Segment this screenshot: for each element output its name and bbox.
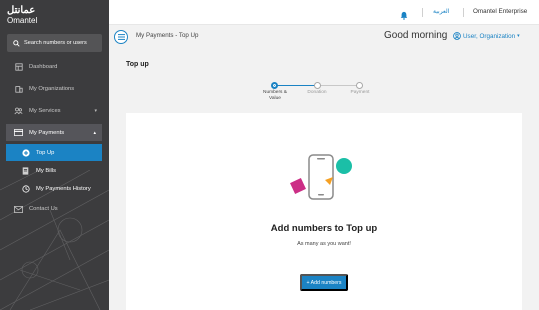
bill-icon (20, 166, 31, 175)
menu-toggle-button[interactable] (114, 30, 128, 44)
chevron-down-icon: ▾ (517, 33, 520, 39)
sidebar-item-organizations[interactable]: My Organizations (0, 81, 109, 97)
sidebar-item-label: My Services (29, 108, 61, 114)
sidebar-item-dashboard[interactable]: Dashboard (0, 59, 109, 75)
user-name: User, Organization (463, 32, 516, 40)
step-connector (274, 85, 317, 86)
step-label: Payment (350, 90, 370, 95)
hamburger-icon (117, 34, 125, 40)
step-indicator-donation[interactable] (314, 82, 321, 89)
user-menu[interactable]: User, Organization ▾ (453, 32, 520, 40)
sidebar-item-label: My Organizations (29, 86, 75, 92)
sidebar-item-label: Contact Us (29, 206, 58, 212)
card-icon (13, 129, 24, 136)
sidebar-item-label: My Payments (29, 129, 65, 136)
language-switch-link[interactable]: العربية (433, 8, 449, 15)
search-placeholder: Search numbers or users (24, 40, 87, 46)
sidebar: عمانتل Omantel Search numbers or users D… (0, 0, 109, 310)
empty-state-subtitle: As many as you want! (297, 241, 351, 247)
logo-english: Omantel (7, 16, 38, 25)
sidebar-subitem-label: My Payments History (36, 185, 91, 192)
step-label: Donation (307, 90, 327, 95)
mail-icon (13, 205, 24, 213)
logo-arabic: عمانتل (7, 5, 36, 16)
omantel-logo[interactable]: عمانتل Omantel (7, 5, 38, 26)
sidebar-subitem-label: My Bills (36, 167, 56, 174)
divider (422, 8, 423, 17)
top-up-empty-card: Add numbers to Top up As many as you wan… (126, 113, 522, 310)
search-icon (13, 39, 20, 47)
sidebar-item-contact[interactable]: Contact Us (0, 201, 109, 217)
step-connector (321, 85, 358, 86)
user-icon (453, 32, 461, 40)
chevron-down-icon: ▾ (94, 108, 97, 114)
page-title: Top up (126, 61, 149, 68)
bell-icon[interactable] (400, 7, 408, 25)
step-label: Numbers & Value (263, 90, 287, 101)
sidebar-item-label: Dashboard (29, 64, 58, 70)
sidebar-item-payments[interactable]: My Payments ▴ (6, 124, 102, 141)
dashboard-icon (13, 63, 24, 71)
progress-stepper: Numbers & Value Donation Payment (262, 80, 382, 106)
company-name[interactable]: Omantel Enterprise (473, 8, 527, 15)
sidebar-item-services[interactable]: My Services ▾ (0, 103, 109, 119)
sidebar-subitem-top-up[interactable]: Top Up (6, 144, 102, 161)
step-indicator-payment[interactable] (356, 82, 363, 89)
plus-circle-icon (20, 148, 31, 157)
breadcrumb: My Payments - Top Up (136, 32, 199, 39)
sidebar-subitem-my-bills[interactable]: My Bills (6, 162, 102, 179)
empty-state-title: Add numbers to Top up (270, 223, 378, 234)
phone-illustration-icon (290, 154, 352, 200)
people-icon (13, 107, 24, 115)
sidebar-subitem-label: Top Up (36, 149, 55, 156)
history-icon (20, 184, 31, 193)
top-bar: العربية Omantel Enterprise (109, 0, 539, 25)
sidebar-search-input[interactable]: Search numbers or users (7, 34, 102, 52)
sidebar-subitem-payments-history[interactable]: My Payments History (6, 180, 102, 197)
chevron-up-icon: ▴ (93, 129, 96, 136)
step-indicator-numbers[interactable] (271, 82, 278, 89)
add-numbers-button[interactable]: + Add numbers (300, 274, 348, 291)
divider (463, 8, 464, 17)
building-icon (13, 85, 24, 93)
greeting-text: Good morning (384, 30, 448, 41)
